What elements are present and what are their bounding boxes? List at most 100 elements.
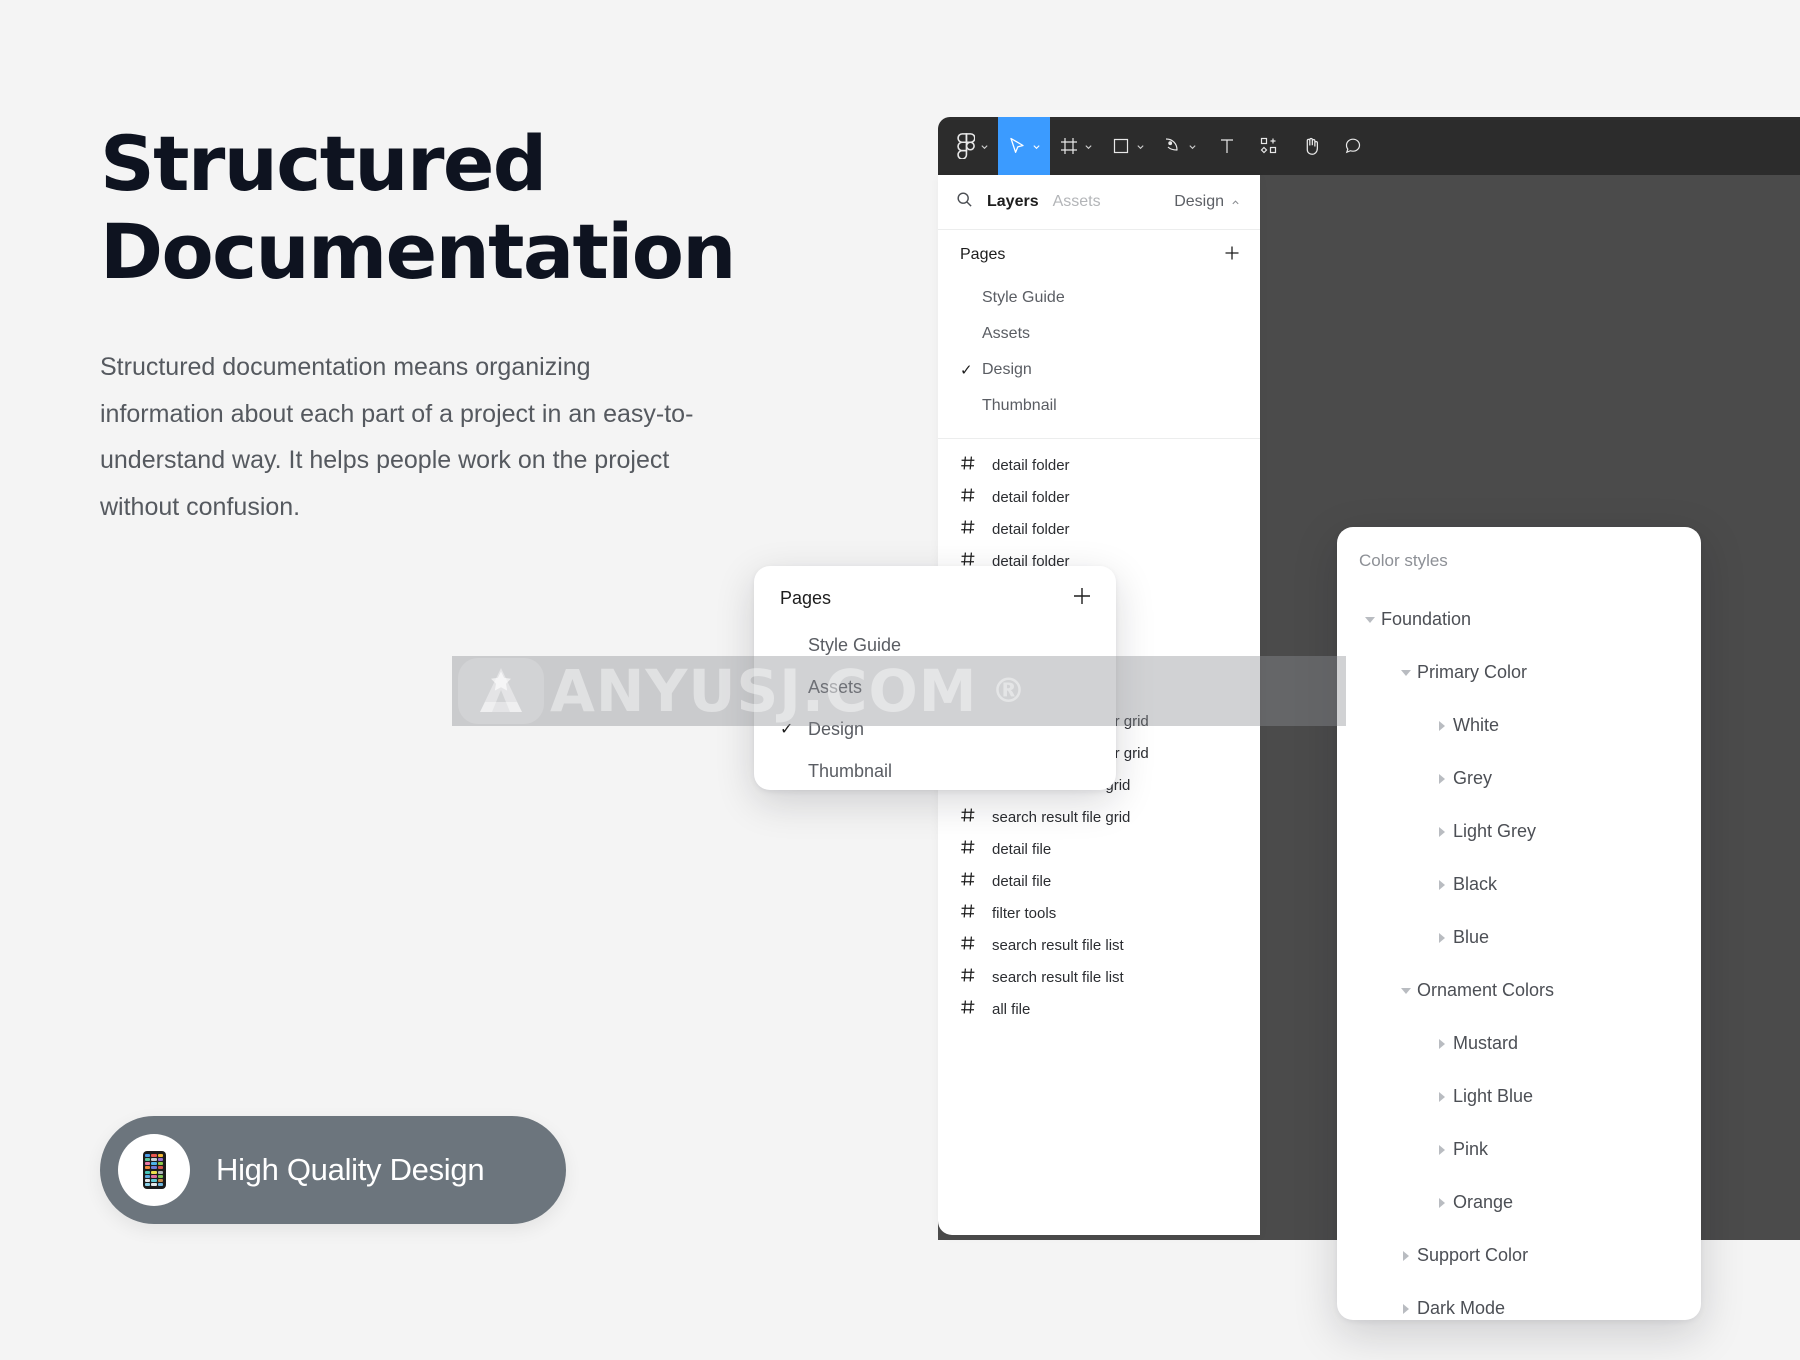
layer-label: detail folder <box>992 489 1070 506</box>
triangle-down-icon[interactable] <box>1395 670 1417 676</box>
popover-page-row[interactable]: Thumbnail <box>754 750 1116 790</box>
page-root: Structured Documentation Structured docu… <box>0 0 1800 1360</box>
frame-icon <box>960 839 976 859</box>
add-page-button[interactable] <box>1070 584 1094 613</box>
pages-section-title: Pages <box>960 246 1005 264</box>
popover-page-row[interactable]: Style Guide <box>754 624 1116 666</box>
move-tool-button[interactable] <box>998 117 1050 175</box>
pages-section-header: Pages <box>938 230 1260 280</box>
layer-label: all file <box>992 1001 1030 1018</box>
page-title: Structured Documentation <box>100 120 780 296</box>
color-style-label: Primary Color <box>1417 662 1527 683</box>
layer-row[interactable]: detail folder <box>938 481 1260 513</box>
triangle-right-icon[interactable] <box>1431 721 1453 731</box>
triangle-right-icon[interactable] <box>1395 1304 1417 1314</box>
triangle-right-icon[interactable] <box>1431 1198 1453 1208</box>
page-row[interactable]: Style Guide <box>938 280 1260 316</box>
layer-row[interactable]: all file <box>938 993 1260 1025</box>
frame-tool-button[interactable] <box>1050 117 1102 175</box>
comment-tool-button[interactable] <box>1332 117 1374 175</box>
frame-icon <box>960 935 976 955</box>
color-style-row[interactable]: Mustard <box>1337 1017 1701 1070</box>
layer-row[interactable]: search result file grid <box>938 801 1260 833</box>
color-style-row[interactable]: Foundation <box>1337 593 1701 646</box>
layer-row[interactable]: detail folder <box>938 449 1260 481</box>
layer-label: detail folder <box>992 521 1070 538</box>
color-style-row[interactable]: Support Color <box>1337 1229 1701 1282</box>
popover-page-row[interactable]: Assets <box>754 666 1116 708</box>
rectangle-tool-button[interactable] <box>1102 117 1154 175</box>
figma-toolbar <box>938 117 1800 175</box>
popover-page-row-selected[interactable]: ✓ Design <box>754 708 1116 750</box>
page-label: Style Guide <box>982 289 1065 307</box>
cta-label: High Quality Design <box>216 1152 484 1188</box>
chevron-down-icon <box>980 142 989 151</box>
popover-page-label: Style Guide <box>808 635 901 656</box>
triangle-down-icon[interactable] <box>1359 617 1381 623</box>
triangle-right-icon[interactable] <box>1431 933 1453 943</box>
divider <box>938 438 1260 439</box>
color-style-row[interactable]: White <box>1337 699 1701 752</box>
color-style-label: Light Blue <box>1453 1086 1533 1107</box>
color-styles-title: Color styles <box>1337 551 1701 571</box>
layer-row[interactable]: detail file <box>938 865 1260 897</box>
popover-page-label: Assets <box>808 677 862 698</box>
figma-logo-button[interactable] <box>948 117 998 175</box>
frame-icon <box>960 967 976 987</box>
high-quality-design-button[interactable]: High Quality Design <box>100 1116 566 1224</box>
layer-row[interactable]: filter tools <box>938 897 1260 929</box>
color-style-row[interactable]: Grey <box>1337 752 1701 805</box>
layer-label: search result file list <box>992 937 1124 954</box>
color-style-label: Dark Mode <box>1417 1298 1505 1319</box>
color-style-row[interactable]: Orange <box>1337 1176 1701 1229</box>
chevron-down-icon <box>1032 142 1041 151</box>
pages-popover-header: Pages <box>754 572 1116 624</box>
components-tool-button[interactable] <box>1248 117 1290 175</box>
triangle-right-icon[interactable] <box>1431 774 1453 784</box>
color-style-row[interactable]: Light Grey <box>1337 805 1701 858</box>
design-page-dropdown[interactable]: Design <box>1174 193 1240 211</box>
color-style-row[interactable]: Dark Mode <box>1337 1282 1701 1320</box>
add-page-button[interactable] <box>1222 243 1242 268</box>
triangle-right-icon[interactable] <box>1431 880 1453 890</box>
page-row-selected[interactable]: ✓ Design <box>938 352 1260 388</box>
triangle-right-icon[interactable] <box>1431 827 1453 837</box>
triangle-right-icon[interactable] <box>1431 1092 1453 1102</box>
color-style-label: Blue <box>1453 927 1489 948</box>
page-row[interactable]: Assets <box>938 316 1260 352</box>
frame-icon <box>960 807 976 827</box>
layer-row[interactable]: search result file list <box>938 961 1260 993</box>
layer-label: search result file list <box>992 969 1124 986</box>
color-style-row[interactable]: Black <box>1337 858 1701 911</box>
anyusj-star-a-logo-icon <box>452 656 550 726</box>
hand-tool-button[interactable] <box>1290 117 1332 175</box>
color-style-label: Grey <box>1453 768 1492 789</box>
color-style-label: Orange <box>1453 1192 1513 1213</box>
color-style-row[interactable]: Pink <box>1337 1123 1701 1176</box>
popover-page-label: Thumbnail <box>808 761 892 782</box>
chevron-down-icon <box>1136 142 1145 151</box>
page-row[interactable]: Thumbnail <box>938 388 1260 424</box>
pen-tool-button[interactable] <box>1154 117 1206 175</box>
triangle-right-icon[interactable] <box>1431 1039 1453 1049</box>
color-style-label: White <box>1453 715 1499 736</box>
triangle-right-icon[interactable] <box>1431 1145 1453 1155</box>
pages-popover: Pages Style Guide Assets ✓ Design Thumbn… <box>754 566 1116 790</box>
color-styles-tree: Foundation Primary Color White Grey Light Gr… <box>1337 593 1701 1320</box>
triangle-down-icon[interactable] <box>1395 988 1417 994</box>
layer-row[interactable]: detail file <box>938 833 1260 865</box>
text-tool-button[interactable] <box>1206 117 1248 175</box>
color-style-row[interactable]: Primary Color <box>1337 646 1701 699</box>
layers-panel-header: Layers Assets Design <box>938 175 1260 230</box>
tab-assets[interactable]: Assets <box>1053 193 1101 211</box>
color-style-row[interactable]: Light Blue <box>1337 1070 1701 1123</box>
layer-row[interactable]: detail folder <box>938 513 1260 545</box>
search-icon[interactable] <box>956 191 973 213</box>
color-style-row[interactable]: Ornament Colors <box>1337 964 1701 1017</box>
tab-layers[interactable]: Layers <box>987 193 1039 211</box>
check-icon: ✓ <box>960 361 982 379</box>
layer-row[interactable]: search result file list <box>938 929 1260 961</box>
color-style-label: Foundation <box>1381 609 1471 630</box>
triangle-right-icon[interactable] <box>1395 1251 1417 1261</box>
color-style-row[interactable]: Blue <box>1337 911 1701 964</box>
